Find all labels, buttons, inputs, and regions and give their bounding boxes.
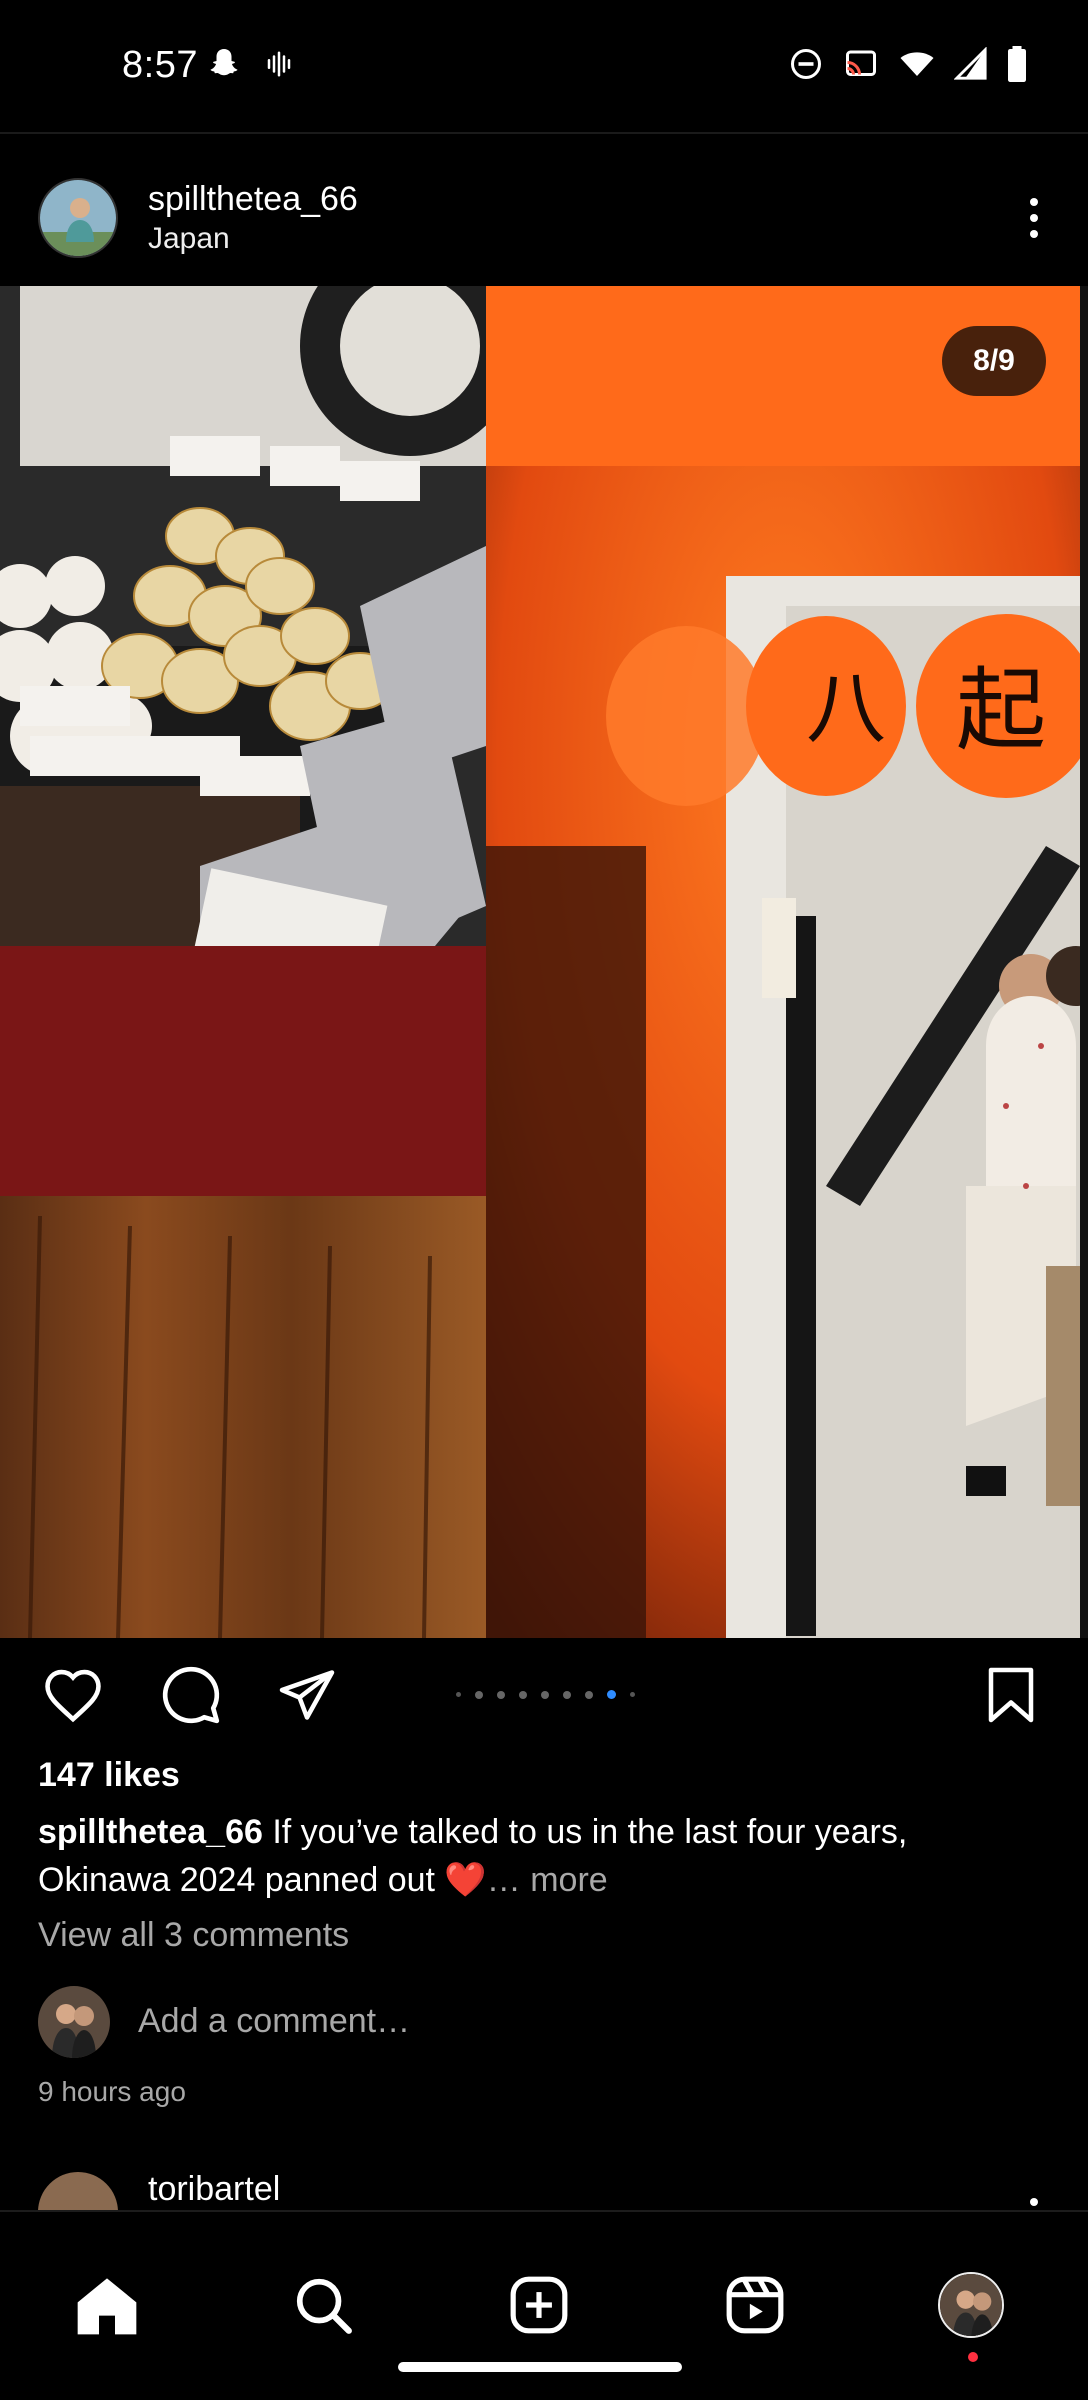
current-user-avatar <box>38 1986 110 2058</box>
view-all-comments-link[interactable]: View all 3 comments <box>38 1916 349 1955</box>
post-author-avatar[interactable] <box>38 178 118 258</box>
photo-food-stall <box>0 286 486 1638</box>
post-timestamp: 9 hours ago <box>38 2076 186 2107</box>
carousel-counter: 8/9 <box>942 326 1046 396</box>
carousel-dot <box>497 1690 505 1699</box>
like-heart-icon[interactable] <box>38 1660 108 1730</box>
likes-count[interactable]: 147 likes <box>38 1756 180 1795</box>
voice-wave-icon <box>264 49 294 84</box>
status-time: 8:57 <box>122 44 198 86</box>
signal-icon <box>953 46 988 86</box>
post-location[interactable]: Japan <box>148 222 230 256</box>
carousel-dot <box>541 1690 549 1699</box>
svg-text:八: 八 <box>806 662 886 755</box>
svg-text:起: 起 <box>956 658 1046 763</box>
next-post-more-icon[interactable] <box>1030 2198 1038 2206</box>
reels-icon[interactable] <box>722 2272 788 2338</box>
save-bookmark-icon[interactable] <box>976 1660 1046 1730</box>
top-divider <box>0 132 1088 134</box>
next-post-avatar[interactable] <box>38 2172 118 2210</box>
carousel-dot <box>630 1692 635 1697</box>
more-options-icon[interactable] <box>1016 194 1052 242</box>
wifi-icon <box>898 46 936 87</box>
next-post-header: toribartel <box>0 2170 1088 2210</box>
carousel-dot <box>519 1690 527 1699</box>
home-gesture-bar[interactable] <box>398 2362 682 2372</box>
status-left-icons <box>206 46 294 87</box>
comment-bubble-icon[interactable] <box>156 1660 226 1730</box>
home-icon[interactable] <box>74 2272 140 2338</box>
post-actions <box>0 1660 1088 1730</box>
do-not-disturb-icon <box>788 46 824 87</box>
carousel-dot <box>456 1692 461 1697</box>
caption-username[interactable]: spillthetea_66 <box>38 1813 263 1851</box>
photo-couple-lanterns: 八 起 <box>486 286 1080 1638</box>
add-comment-input[interactable]: Add a comment… <box>138 2002 410 2041</box>
caption-more-link[interactable]: … more <box>487 1861 608 1899</box>
status-bar: 8:57 <box>0 0 1088 132</box>
next-post-username[interactable]: toribartel <box>148 2170 280 2209</box>
carousel-indicator <box>456 1690 635 1699</box>
status-right-icons <box>788 46 1028 87</box>
battery-icon <box>1006 46 1028 87</box>
carousel-dot <box>475 1690 483 1699</box>
post-header: spillthetea_66 Japan <box>0 170 1088 270</box>
snapchat-icon <box>206 46 242 87</box>
profile-avatar <box>938 2272 1004 2338</box>
profile-tab[interactable] <box>938 2272 1004 2338</box>
create-post-icon[interactable] <box>506 2272 572 2338</box>
search-icon[interactable] <box>290 2272 356 2338</box>
post-media-carousel[interactable]: 八 起 8/9 <box>0 286 1088 1638</box>
carousel-dot-active <box>607 1690 616 1699</box>
notification-dot <box>968 2352 978 2362</box>
add-comment-row[interactable]: Add a comment… <box>38 1986 1048 2058</box>
post-caption[interactable]: spillthetea_66 If you’ve talked to us in… <box>38 1808 1048 1904</box>
carousel-dot <box>563 1690 571 1699</box>
share-send-icon[interactable] <box>272 1660 342 1730</box>
carousel-dot <box>585 1690 593 1699</box>
post-username[interactable]: spillthetea_66 <box>148 180 358 219</box>
cast-icon <box>842 46 880 87</box>
